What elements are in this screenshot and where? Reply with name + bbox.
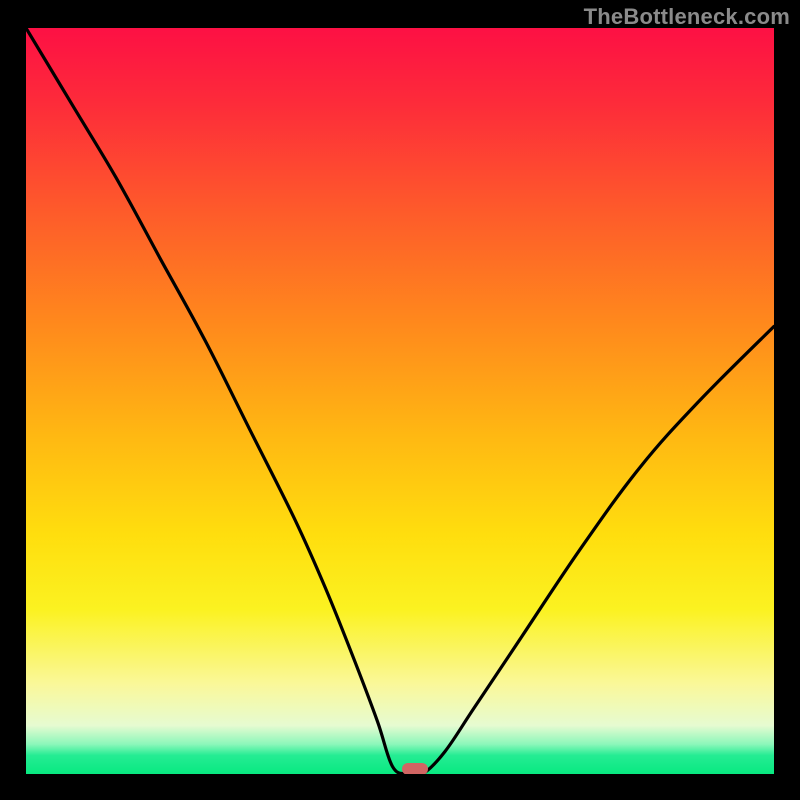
watermark-text: TheBottleneck.com: [584, 4, 790, 30]
plot-area: [26, 28, 774, 774]
dip-marker: [402, 763, 428, 774]
chart-stage: TheBottleneck.com: [0, 0, 800, 800]
bottleneck-curve: [26, 28, 774, 774]
